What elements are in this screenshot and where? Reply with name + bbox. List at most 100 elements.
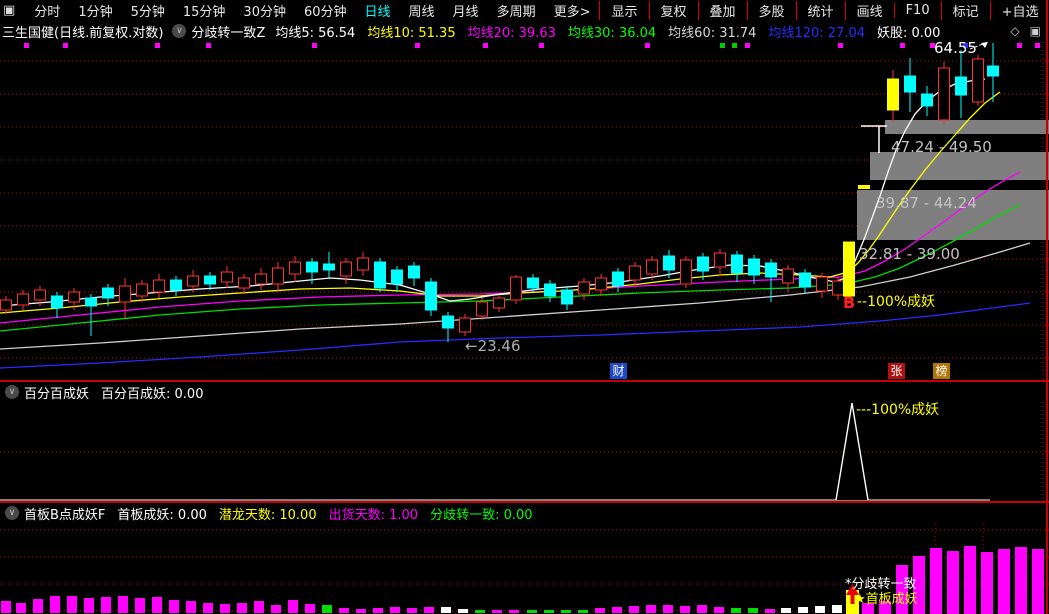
chart-label: ★首板成妖 <box>854 592 918 607</box>
menu-item-60分钟[interactable]: 60分钟 <box>295 1 356 20</box>
histogram-bar <box>798 607 808 613</box>
candle <box>221 271 233 283</box>
chart-label: 39.87 - 44.24 <box>876 194 977 212</box>
histogram-bar <box>458 609 468 613</box>
histogram-bar <box>203 603 213 613</box>
histogram-bar <box>595 608 605 613</box>
menu-item-15分钟[interactable]: 15分钟 <box>174 1 235 20</box>
stock-title: 三生国健(日线.前复权.对数) <box>2 25 164 41</box>
toolbar-button-叠加[interactable]: 叠加 <box>697 0 747 20</box>
toolbar-button-多股[interactable]: 多股 <box>746 0 796 20</box>
candle <box>374 261 386 289</box>
menu-item-30分钟[interactable]: 30分钟 <box>234 1 295 20</box>
window-menu-icon[interactable]: ▣ <box>0 3 19 18</box>
diamond-icon[interactable]: ◇ <box>1010 24 1019 38</box>
candle <box>102 287 114 299</box>
menu-item-月线[interactable]: 月线 <box>444 1 488 20</box>
chart-label: 32.81 - 39.00 <box>859 245 960 263</box>
candle <box>459 317 471 333</box>
candle <box>887 78 899 111</box>
toolbar-button-F10[interactable]: F10 <box>893 2 941 18</box>
histogram-bar <box>612 607 622 613</box>
menu-item-多周期[interactable]: 多周期 <box>488 1 545 20</box>
histogram-bar <box>748 608 758 613</box>
menu-item-分时[interactable]: 分时 <box>25 1 69 20</box>
toolbar-button-复权[interactable]: 复权 <box>648 0 698 20</box>
chart-label: 64.55 <box>934 42 977 57</box>
candle <box>85 297 97 307</box>
indicator-name[interactable]: 分歧转一致Z <box>191 22 265 41</box>
histogram-bar <box>101 597 111 613</box>
menu-item-更多>[interactable]: 更多> <box>545 1 600 20</box>
bottom-indicator-name[interactable]: 首板B点成妖F <box>24 504 105 523</box>
toolbar-button-标记[interactable]: 标记 <box>940 0 990 20</box>
candle <box>714 252 726 268</box>
histogram-bar <box>578 610 588 613</box>
candle <box>425 281 437 311</box>
histogram-bar <box>50 596 60 613</box>
app-window: ▣ 分时 1分钟 5分钟 15分钟 30分钟 60分钟 日线 周线 月线 多周期 更多> 显示 复权叠… <box>0 0 1049 614</box>
candle <box>799 272 811 288</box>
candle <box>629 265 641 281</box>
info-bar: 三生国健(日线.前复权.对数) ∨ 分歧转一致Z 均线5: 56.54 均线10:… <box>0 20 1049 42</box>
indicator-value: 首板成妖: 0.00 <box>117 507 207 523</box>
candle <box>493 297 505 309</box>
menu-item-日线[interactable]: 日线 <box>356 1 400 20</box>
candle <box>34 289 46 301</box>
candle <box>238 277 250 289</box>
candle <box>153 279 165 293</box>
chart-label: --100%成妖 <box>857 294 935 310</box>
marker-badge-张[interactable]: 张 <box>888 363 905 379</box>
histogram-bar <box>271 605 281 613</box>
histogram-bar <box>220 604 230 613</box>
histogram-bar <box>930 548 942 614</box>
bottom-indicator-canvas[interactable]: *分歧转一致★首板成妖 <box>0 524 1049 614</box>
histogram-bar <box>67 596 77 613</box>
histogram-bar <box>815 606 825 613</box>
collapse-chevron-icon[interactable]: ∨ <box>172 24 187 38</box>
toolbar-button-+自选[interactable]: +自选 <box>989 0 1049 20</box>
candle <box>843 241 855 297</box>
indicator-value: 分歧转一致: 0.00 <box>430 507 533 523</box>
histogram-bar <box>629 606 639 613</box>
histogram-bar <box>544 610 554 613</box>
histogram-bar <box>254 601 264 613</box>
histogram-bar <box>832 605 842 613</box>
candle <box>51 295 63 309</box>
histogram-bar <box>441 607 451 613</box>
candle <box>442 315 454 329</box>
candle <box>306 261 318 273</box>
middle-indicator-canvas[interactable]: ---100%成妖 <box>0 402 1049 501</box>
histogram-bar <box>663 605 673 613</box>
histogram-bar <box>373 608 383 613</box>
candle <box>476 301 488 317</box>
chart-label: 47.24 - 49.50 <box>891 138 992 156</box>
main-chart-canvas[interactable]: 64.55 ←23.46 47.24 - 49.50 39.87 - 44.24 32.… <box>0 42 1049 380</box>
marker-badge-榜[interactable]: 榜 <box>933 363 950 379</box>
menu-item-1分钟[interactable]: 1分钟 <box>69 1 121 20</box>
histogram-bar <box>356 609 366 613</box>
candle <box>955 76 967 96</box>
chart-label: *分歧转一致 <box>845 577 917 592</box>
toolbar-button-统计[interactable]: 统计 <box>795 0 845 20</box>
candle <box>510 276 522 301</box>
middle-indicator-value: 百分百成妖: 0.00 <box>101 386 204 402</box>
candle <box>0 299 12 311</box>
menu-item-5分钟[interactable]: 5分钟 <box>122 1 174 20</box>
candle <box>204 275 216 285</box>
collapse-chevron-icon[interactable]: ∨ <box>5 385 19 399</box>
menu-item-周线[interactable]: 周线 <box>400 1 444 20</box>
histogram-bar <box>646 605 656 613</box>
panel-layout-icon[interactable]: ▣ <box>1030 24 1041 38</box>
candle <box>663 255 675 271</box>
toolbar-button-画线[interactable]: 画线 <box>844 0 894 20</box>
candle <box>748 258 760 276</box>
candle <box>921 93 933 107</box>
toolbar-button-显示[interactable]: 显示 <box>599 0 648 20</box>
marker-badge-财[interactable]: 财 <box>610 363 627 379</box>
chart-label: B <box>843 293 855 312</box>
collapse-chevron-icon[interactable]: ∨ <box>5 506 19 520</box>
middle-indicator-name[interactable]: 百分百成妖 <box>24 383 89 402</box>
candle <box>904 75 916 93</box>
histogram-bar <box>407 608 417 613</box>
